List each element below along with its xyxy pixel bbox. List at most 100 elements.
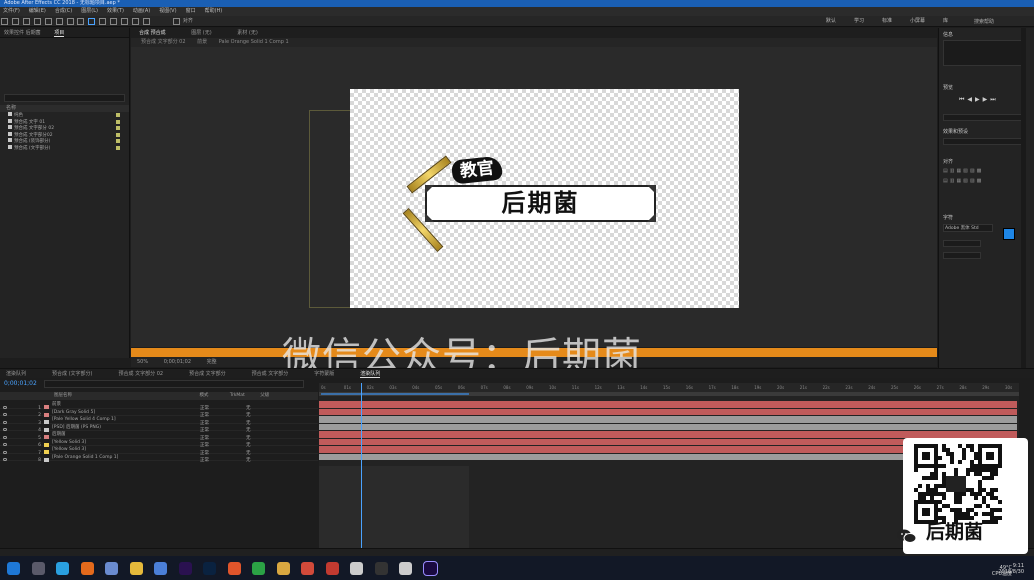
workspace-3[interactable]: 小屏幕 bbox=[910, 18, 925, 24]
rectangle-tool-icon[interactable] bbox=[66, 18, 74, 25]
layer-row[interactable]: 7[Yellow Solid 3]正常无 bbox=[0, 446, 318, 456]
layer-duration-bar[interactable] bbox=[319, 423, 1017, 430]
search-help[interactable]: 搜索帮助 bbox=[974, 18, 994, 25]
roto-brush-tool-icon[interactable] bbox=[132, 18, 140, 25]
effects-panel-title[interactable]: 效果和预设 bbox=[943, 128, 968, 135]
font-size-field[interactable] bbox=[943, 240, 981, 247]
character-panel-title[interactable]: 字符 bbox=[943, 214, 953, 221]
align-panel-title[interactable]: 对齐 bbox=[943, 158, 953, 165]
leading-field[interactable] bbox=[943, 252, 981, 259]
workspace-4[interactable]: 库 bbox=[943, 18, 948, 24]
right-panel-scrollbar[interactable] bbox=[1021, 28, 1026, 368]
column-parent[interactable]: 父级 bbox=[260, 393, 269, 398]
browser-icon[interactable] bbox=[56, 562, 69, 575]
timeline-tab-4[interactable]: 预合成 文字部分 bbox=[252, 371, 289, 377]
timeline-tab-2[interactable]: 预合成 文字部分 02 bbox=[119, 371, 164, 377]
start-icon[interactable] bbox=[7, 562, 20, 575]
tab-footage[interactable]: 素材 (无) bbox=[237, 30, 258, 36]
media-icon[interactable] bbox=[227, 562, 241, 575]
wechat-app-icon[interactable] bbox=[252, 562, 265, 575]
after-effects-icon[interactable] bbox=[422, 561, 438, 576]
label-color-tag[interactable] bbox=[116, 139, 120, 143]
layer-name[interactable]: [Pale Yellow Solid 4 Comp 1] bbox=[52, 416, 142, 424]
file-explorer-icon[interactable] bbox=[129, 562, 143, 575]
brush-tool-icon[interactable] bbox=[99, 18, 107, 25]
preview-shortcut-select[interactable] bbox=[943, 114, 1025, 121]
type-tool-icon[interactable] bbox=[88, 18, 96, 25]
menu-item-8[interactable]: 帮助(H) bbox=[205, 8, 223, 14]
app2-icon[interactable] bbox=[325, 562, 339, 575]
layer-row[interactable]: 5后期菌正常无 bbox=[0, 431, 318, 441]
column-layer-name[interactable]: 图层名称 bbox=[54, 393, 72, 398]
column-trkmat[interactable]: TrkMat bbox=[230, 393, 245, 398]
info-panel-title[interactable]: 信息 bbox=[943, 31, 953, 38]
breadcrumb-item[interactable]: 预合成 文字部分 02 bbox=[141, 39, 186, 45]
layer-row[interactable]: 4[PSD] 后期菌 (PS PNG)正常无 bbox=[0, 424, 318, 433]
workspace-1[interactable]: 学习 bbox=[854, 18, 864, 24]
viewer-timecode[interactable]: 0;00;01;02 bbox=[164, 359, 191, 365]
layer-duration-bar[interactable] bbox=[319, 431, 1017, 438]
tab-effect-controls[interactable]: 效果控件 后期菌 bbox=[4, 30, 41, 36]
layer-mode-select[interactable]: 正常 bbox=[200, 457, 224, 465]
files-icon[interactable] bbox=[276, 562, 290, 575]
timeline-tab-3[interactable]: 预合成 文字部分 bbox=[189, 371, 226, 377]
layer-row[interactable]: 2[Dark Gray Solid 5]正常无 bbox=[0, 409, 318, 418]
timeline-tab-1[interactable]: 预合成 (文字部分) bbox=[52, 371, 93, 377]
distribute-buttons[interactable]: ▤▥▦▧▨▩ bbox=[943, 178, 983, 184]
layer-name[interactable]: [Yellow Solid 3] bbox=[52, 446, 142, 454]
store-icon[interactable] bbox=[154, 562, 167, 575]
premiere-icon[interactable] bbox=[178, 562, 192, 575]
align-buttons[interactable]: ▤▥▦▧▨▩ bbox=[943, 168, 983, 174]
layer-row[interactable]: 1前景正常无 bbox=[0, 401, 318, 411]
app-icon[interactable] bbox=[105, 562, 118, 575]
timeline-current-time[interactable]: 0;00;01;02 bbox=[4, 380, 37, 387]
photoshop-icon[interactable] bbox=[203, 562, 216, 575]
effects-search-input[interactable] bbox=[943, 138, 1025, 145]
puppet-tool-icon[interactable] bbox=[142, 18, 150, 25]
work-area-range[interactable] bbox=[321, 393, 469, 395]
layer-name[interactable]: [Dark Gray Solid 5] bbox=[52, 409, 142, 417]
project-column-name[interactable]: 名称 bbox=[0, 105, 129, 112]
breadcrumb-item[interactable]: 前景 bbox=[197, 39, 207, 45]
layer-name[interactable]: [Yellow Solid 3] bbox=[52, 439, 142, 447]
pan-behind-tool-icon[interactable] bbox=[55, 18, 63, 25]
label-color-tag[interactable] bbox=[116, 145, 120, 150]
timeline-tab-6[interactable]: 渲染队列 bbox=[360, 371, 381, 378]
menu-item-3[interactable]: 图层(L) bbox=[81, 8, 98, 14]
layer-row[interactable]: 3[Pale Yellow Solid 4 Comp 1]正常无 bbox=[0, 416, 318, 426]
menu-item-5[interactable]: 动画(A) bbox=[133, 8, 150, 14]
hand-tool-icon[interactable] bbox=[11, 18, 19, 25]
time-ruler[interactable]: 0s 01s 02s 03s 04s 05s 06s 07s 08s 09s 10s 11s 12s 13… bbox=[319, 383, 1019, 392]
menu-item-2[interactable]: 合成(C) bbox=[55, 8, 72, 14]
layer-label-color[interactable] bbox=[44, 457, 49, 462]
menu-item-6[interactable]: 视图(V) bbox=[159, 8, 176, 14]
visibility-eye-icon[interactable] bbox=[3, 458, 7, 461]
tab-layer[interactable]: 图层 (无) bbox=[191, 30, 212, 36]
menu-item-1[interactable]: 编辑(E) bbox=[29, 8, 46, 14]
layer-name[interactable]: [Pale Orange Solid 1 Comp 1] bbox=[52, 454, 142, 462]
layer-row[interactable]: 8 [Pale Orange Solid 1 Comp 1] 正常 无 bbox=[0, 454, 318, 465]
docs-icon[interactable] bbox=[350, 562, 363, 575]
clock[interactable]: 9:11 2018/8/30 bbox=[998, 563, 1024, 575]
tab-project[interactable]: 项目 bbox=[54, 30, 65, 37]
tab-composition[interactable]: 合成 预合成 bbox=[139, 30, 166, 36]
pen-tool-icon[interactable] bbox=[77, 18, 85, 25]
timeline-search-input[interactable] bbox=[44, 380, 304, 388]
layer-duration-bar[interactable] bbox=[319, 401, 1017, 408]
zoom-tool-icon[interactable] bbox=[22, 18, 30, 25]
clone-tool-icon[interactable] bbox=[110, 18, 118, 25]
layer-row[interactable]: 6[Yellow Solid 3]正常无 bbox=[0, 439, 318, 448]
video-icon[interactable] bbox=[374, 562, 388, 575]
menu-item-4[interactable]: 效果(T) bbox=[107, 8, 124, 14]
layer-name[interactable]: 前景 bbox=[52, 401, 142, 409]
project-search-input[interactable] bbox=[4, 94, 125, 102]
label-color-tag[interactable] bbox=[116, 126, 120, 130]
workspace-2[interactable]: 标准 bbox=[882, 18, 892, 24]
camera-tool-icon[interactable] bbox=[44, 18, 52, 25]
label-color-tag[interactable] bbox=[116, 119, 120, 124]
menu-item-0[interactable]: 文件(F) bbox=[3, 8, 20, 14]
preview-panel-title[interactable]: 预览 bbox=[943, 84, 953, 91]
project-item[interactable]: 预合成 (文字部分) bbox=[0, 144, 129, 152]
zoom-select[interactable]: 50% bbox=[137, 359, 148, 365]
rotate-tool-icon[interactable] bbox=[33, 18, 41, 25]
